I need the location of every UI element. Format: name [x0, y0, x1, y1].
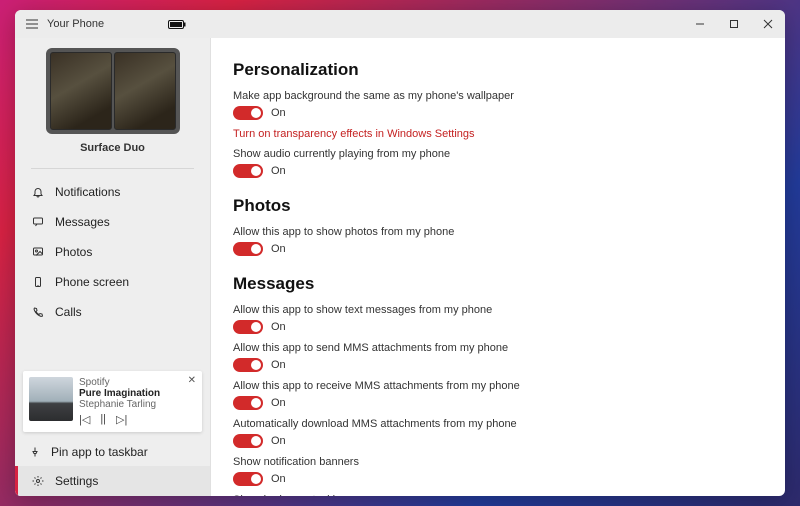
- toggle-state: On: [271, 165, 286, 177]
- toggle-show-messages[interactable]: [233, 320, 263, 334]
- minimize-button[interactable]: [683, 10, 717, 38]
- sidebar-item-notifications[interactable]: Notifications: [15, 177, 210, 207]
- app-title: Your Phone: [47, 18, 104, 30]
- sidebar-item-label: Phone screen: [55, 275, 129, 289]
- toggle-state: On: [271, 359, 286, 371]
- toggle-state: On: [271, 473, 286, 485]
- sidebar: Surface Duo Notifications Messages Photo…: [15, 38, 211, 496]
- chat-icon: [31, 216, 45, 228]
- phone-icon: [31, 306, 45, 318]
- pause-icon[interactable]: ||: [100, 413, 106, 426]
- album-art: [29, 377, 73, 421]
- toggle-wallpaper[interactable]: [233, 106, 263, 120]
- sidebar-nav: Notifications Messages Photos Phone scre…: [15, 173, 210, 327]
- next-track-icon[interactable]: ▷|: [116, 413, 127, 426]
- maximize-button[interactable]: [717, 10, 751, 38]
- section-heading-messages: Messages: [233, 274, 763, 294]
- setting-banners: Show notification banners On: [233, 456, 763, 486]
- hamburger-menu[interactable]: [21, 19, 43, 29]
- setting-label: Make app background the same as my phone…: [233, 90, 763, 102]
- setting-show-messages: Allow this app to show text messages fro…: [233, 304, 763, 334]
- sidebar-item-messages[interactable]: Messages: [15, 207, 210, 237]
- phone-screen-left: [50, 52, 112, 130]
- toggle-auto-mms[interactable]: [233, 434, 263, 448]
- toggle-audio[interactable]: [233, 164, 263, 178]
- toggle-state: On: [271, 321, 286, 333]
- toggle-banners[interactable]: [233, 472, 263, 486]
- app-window: Your Phone Surface Duo: [15, 10, 785, 496]
- phone-image: [46, 48, 180, 134]
- section-heading-photos: Photos: [233, 196, 763, 216]
- setting-wallpaper: Make app background the same as my phone…: [233, 90, 763, 120]
- toggle-state: On: [271, 397, 286, 409]
- setting-label: Show audio currently playing from my pho…: [233, 148, 763, 160]
- setting-label: Show notification banners: [233, 456, 763, 468]
- image-icon: [31, 246, 45, 258]
- sidebar-item-label: Settings: [55, 474, 98, 488]
- sidebar-item-label: Photos: [55, 245, 92, 259]
- pin-to-taskbar[interactable]: Pin app to taskbar: [15, 438, 210, 466]
- battery-icon: [168, 20, 186, 29]
- toggle-state: On: [271, 435, 286, 447]
- close-button[interactable]: [751, 10, 785, 38]
- setting-auto-mms: Automatically download MMS attachments f…: [233, 418, 763, 448]
- setting-send-mms: Allow this app to send MMS attachments f…: [233, 342, 763, 372]
- settings-pane[interactable]: Personalization Make app background the …: [211, 38, 785, 496]
- toggle-send-mms[interactable]: [233, 358, 263, 372]
- now-playing-artist: Stephanie Tarling: [79, 399, 196, 410]
- phone-preview: Surface Duo: [15, 38, 210, 162]
- setting-show-photos: Allow this app to show photos from my ph…: [233, 226, 763, 256]
- gear-icon: [31, 475, 45, 487]
- sidebar-item-settings[interactable]: Settings: [15, 466, 210, 496]
- device-icon: [31, 276, 45, 288]
- phone-name: Surface Duo: [80, 142, 145, 154]
- setting-label: Allow this app to receive MMS attachment…: [233, 380, 763, 392]
- sidebar-item-phone-screen[interactable]: Phone screen: [15, 267, 210, 297]
- setting-audio: Show audio currently playing from my pho…: [233, 148, 763, 178]
- previous-track-icon[interactable]: |◁: [79, 413, 90, 426]
- phone-screen-right: [114, 52, 176, 130]
- sidebar-item-label: Messages: [55, 215, 110, 229]
- setting-label: Allow this app to show text messages fro…: [233, 304, 763, 316]
- toggle-state: On: [271, 243, 286, 255]
- setting-label: Automatically download MMS attachments f…: [233, 418, 763, 430]
- toggle-state: On: [271, 107, 286, 119]
- sidebar-item-label: Notifications: [55, 185, 120, 199]
- toggle-show-photos[interactable]: [233, 242, 263, 256]
- transparency-link[interactable]: Turn on transparency effects in Windows …: [233, 128, 763, 140]
- toggle-recv-mms[interactable]: [233, 396, 263, 410]
- setting-recv-mms: Allow this app to receive MMS attachment…: [233, 380, 763, 410]
- sidebar-item-photos[interactable]: Photos: [15, 237, 210, 267]
- setting-badge: Show badge on taskbar On: [233, 494, 763, 496]
- section-heading-personalization: Personalization: [233, 60, 763, 80]
- pin-icon: [29, 446, 41, 458]
- now-playing-title: Pure Imagination: [79, 388, 196, 399]
- setting-label: Show badge on taskbar: [233, 494, 763, 496]
- title-bar: Your Phone: [15, 10, 785, 38]
- pin-label: Pin app to taskbar: [51, 445, 148, 459]
- now-playing-source: Spotify: [79, 377, 196, 388]
- close-icon[interactable]: ✕: [188, 375, 196, 386]
- divider: [31, 168, 194, 169]
- bell-icon: [31, 186, 45, 198]
- sidebar-item-calls[interactable]: Calls: [15, 297, 210, 327]
- setting-label: Allow this app to show photos from my ph…: [233, 226, 763, 238]
- sidebar-item-label: Calls: [55, 305, 82, 319]
- now-playing-card: ✕ Spotify Pure Imagination Stephanie Tar…: [23, 371, 202, 432]
- setting-label: Allow this app to send MMS attachments f…: [233, 342, 763, 354]
